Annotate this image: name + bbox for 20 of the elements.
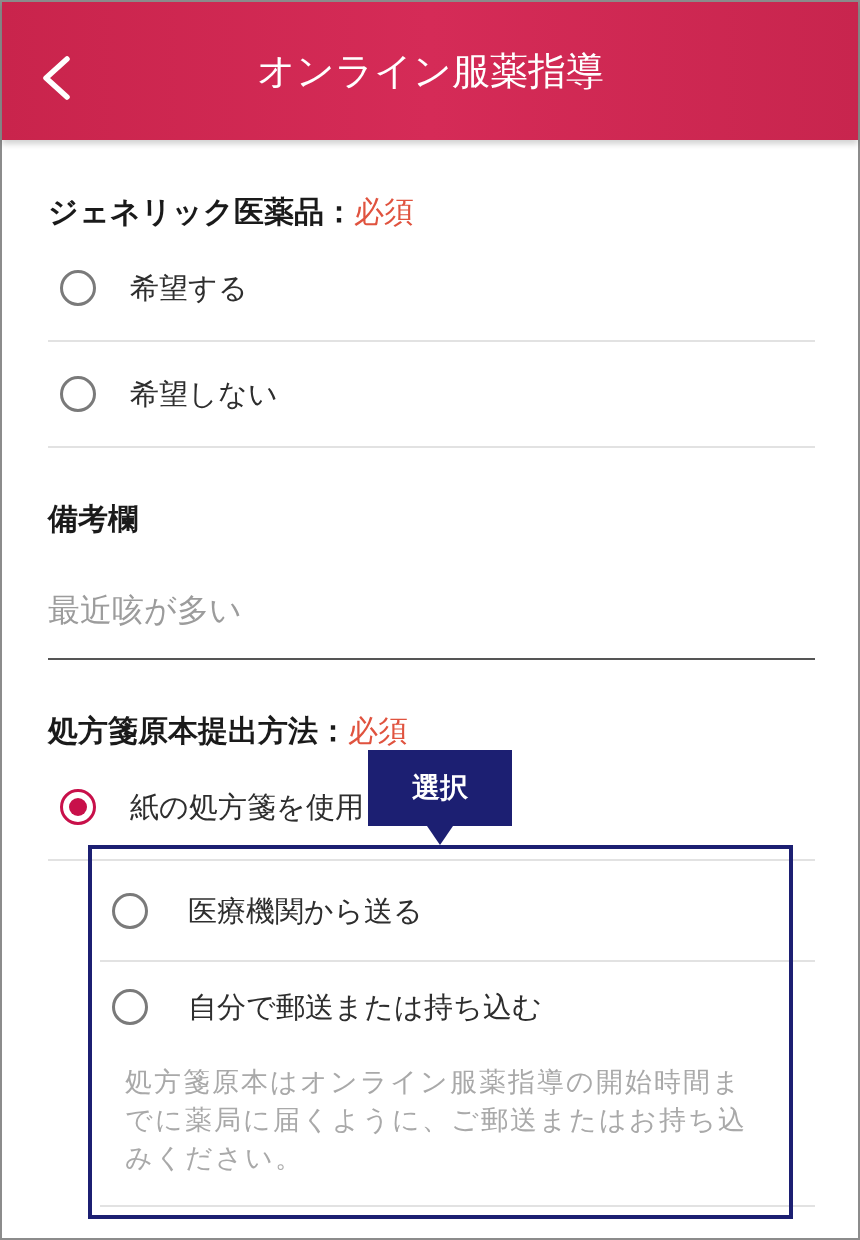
radio-button[interactable] [112,989,148,1025]
option-label: 医療機関から送る [188,892,423,930]
option-label: 希望する [130,270,248,307]
back-icon[interactable] [40,56,72,100]
section-label: 処方箋原本提出方法： [48,714,348,748]
required-label: 必須 [348,714,408,748]
page-title: オンライン服薬指導 [256,48,604,95]
section-label: 備考欄 [48,502,138,536]
required-label: 必須 [354,195,414,229]
radio-button[interactable] [112,892,148,929]
text-field[interactable]: 最近咳が多い [48,543,815,660]
radio-button[interactable] [60,270,96,306]
section-label: ジェネリック医薬品： [48,195,354,229]
option-label: 希望しない [130,376,278,413]
callout-tooltip: 選択 [368,750,512,845]
help-text: 処方箋原本はオンライン服薬指導の開始時間までに薬局に届くように、ご郵送またはお持ち込みください。 [125,1065,748,1175]
option-label: 自分で郵送または持ち込む [188,989,542,1026]
radio-button[interactable] [60,376,96,412]
radio-button[interactable] [60,789,96,825]
option-label: 紙の処方箋を使用 [130,789,364,826]
